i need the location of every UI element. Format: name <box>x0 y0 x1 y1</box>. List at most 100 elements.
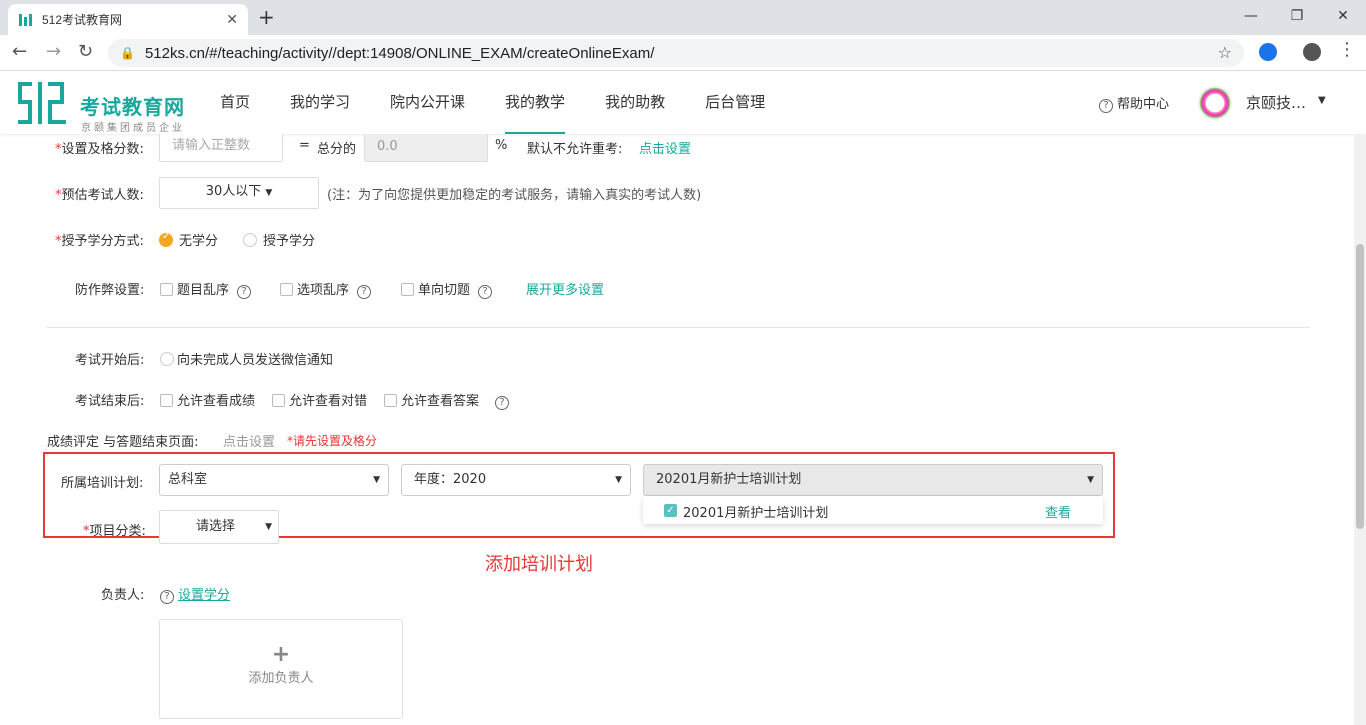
anticheat-label: 防作弊设置: <box>75 283 145 298</box>
shuffle-options-checkbox[interactable]: 选项乱序? <box>280 279 372 299</box>
site-header: 考试教育网 京颐集团成员企业 首页 我的学习 院内公开课 我的教学 我的助教 后… <box>0 72 1366 134</box>
checkbox-icon <box>401 283 414 296</box>
restore-button[interactable]: ❐ <box>1274 0 1320 32</box>
estimate-note: (注：为了向您提供更加稳定的考试服务，请输入真实的考试人数) <box>327 188 702 203</box>
wechat-notify-radio[interactable]: 向未完成人员发送微信通知 <box>160 349 333 368</box>
checkbox-icon <box>280 283 293 296</box>
close-window-button[interactable]: ✕ <box>1320 0 1366 32</box>
add-owner-label: 添加负责人 <box>248 671 314 686</box>
allow-view-score-checkbox[interactable]: 允许查看成绩 <box>160 390 255 409</box>
caret-down-icon: ▼ <box>265 188 273 198</box>
after-start-label: 考试开始后: <box>75 353 145 368</box>
browser-menu-icon[interactable]: ⋮ <box>1338 39 1356 60</box>
help-icon[interactable]: ? <box>478 285 493 299</box>
checkbox-icon <box>384 394 397 407</box>
nav-home[interactable]: 首页 <box>220 72 250 134</box>
credit-label: *授予学分方式: <box>55 234 144 249</box>
plan-dept-select[interactable]: 总科室 ▼ <box>159 464 389 496</box>
annotation-text: 添加培训计划 <box>485 554 593 575</box>
allow-view-answer-checkbox[interactable]: 允许查看答案? <box>384 390 510 410</box>
address-bar-row: ← → ↻ 🔒 512ks.cn/#/teaching/activity//de… <box>0 35 1366 71</box>
grading-warning: *请先设置及格分 <box>287 434 378 448</box>
pass-score-label: *设置及格分数: <box>55 142 144 157</box>
grading-setting-link[interactable]: 点击设置 <box>223 431 275 450</box>
checkbox-icon <box>160 394 173 407</box>
nav-my-learning[interactable]: 我的学习 <box>290 72 350 134</box>
caret-down-icon: ▼ <box>615 475 622 485</box>
total-percent-input[interactable]: 0.0 <box>364 134 488 162</box>
browser-tab-bar: 512考试教育网 ✕ + — ❐ ✕ <box>0 0 1366 35</box>
estimate-select[interactable]: 30人以下 ▼ <box>159 177 319 209</box>
help-center-label: 帮助中心 <box>1117 97 1170 112</box>
total-label: 总分的 <box>317 142 357 157</box>
tab-title: 512考试教育网 <box>42 13 123 27</box>
window-controls: — ❐ ✕ <box>1228 0 1366 32</box>
plan-view-link[interactable]: 查看 <box>1045 502 1071 521</box>
brand-subtitle: 京颐集团成员企业 <box>81 123 185 134</box>
add-owner-button[interactable]: + 添加负责人 <box>159 619 403 719</box>
grant-credit-radio[interactable]: 授予学分 <box>243 230 315 249</box>
nav-public-courses[interactable]: 院内公开课 <box>390 72 465 134</box>
exam-form: *设置及格分数: 请输入正整数 = 总分的 0.0 % 默认不允许重考: 点击设… <box>0 134 1354 725</box>
retake-setting-link[interactable]: 点击设置 <box>639 138 691 157</box>
new-tab-button[interactable]: + <box>258 5 275 29</box>
url-text: 512ks.cn/#/teaching/activity//dept:14908… <box>144 44 655 62</box>
checkbox-icon <box>272 394 285 407</box>
divider <box>46 327 1310 328</box>
extension-icon[interactable] <box>1259 43 1277 61</box>
browser-tab[interactable]: 512考试教育网 ✕ <box>8 4 248 35</box>
help-center-link[interactable]: ? 帮助中心 <box>1099 93 1169 113</box>
logo-mark-icon <box>18 82 66 124</box>
forward-arrow-icon[interactable]: → <box>46 41 61 62</box>
no-credit-radio[interactable]: 无学分 <box>159 230 218 249</box>
nav-my-teaching[interactable]: 我的教学 <box>505 72 566 134</box>
equals-sign: = <box>299 138 310 153</box>
minimize-button[interactable]: — <box>1228 0 1274 32</box>
back-arrow-icon[interactable]: ← <box>12 41 27 62</box>
url-field[interactable]: 🔒 512ks.cn/#/teaching/activity//dept:149… <box>108 39 1244 67</box>
owner-label: 负责人: <box>101 588 145 603</box>
nav-my-assisting[interactable]: 我的助教 <box>605 72 665 134</box>
owner-credit: ? 设置学分 <box>160 584 230 604</box>
user-menu-caret-icon[interactable]: ▼ <box>1318 95 1326 106</box>
help-icon[interactable]: ? <box>237 285 252 299</box>
estimate-label: *预估考试人数: <box>55 188 144 203</box>
allow-view-correct-checkbox[interactable]: 允许查看对错 <box>272 390 367 409</box>
username[interactable]: 京颐技… <box>1246 92 1306 113</box>
after-end-label: 考试结束后: <box>75 394 145 409</box>
set-credit-link[interactable]: 设置学分 <box>178 588 230 603</box>
help-icon[interactable]: ? <box>495 396 510 410</box>
tab-close-icon[interactable]: ✕ <box>226 12 238 28</box>
checkbox-icon <box>160 283 173 296</box>
radio-icon <box>243 233 257 247</box>
brand-name: 考试教育网 <box>80 95 185 119</box>
profile-icon[interactable] <box>1303 43 1321 61</box>
scrollbar-thumb[interactable] <box>1356 244 1364 529</box>
plan-label: 所属培训计划: <box>61 476 144 491</box>
avatar[interactable] <box>1198 86 1232 120</box>
radio-checked-icon <box>159 231 173 247</box>
help-icon: ? <box>1099 99 1113 113</box>
plan-option[interactable]: 20201月新护士培训计划 <box>683 502 828 521</box>
lock-icon: 🔒 <box>120 46 135 60</box>
plan-year-select[interactable]: 年度：2020 ▼ <box>401 464 631 496</box>
nav-admin[interactable]: 后台管理 <box>705 72 765 134</box>
help-icon[interactable]: ? <box>357 285 372 299</box>
category-select[interactable]: 请选择 ▼ <box>159 510 279 544</box>
bookmark-star-icon[interactable]: ☆ <box>1218 43 1232 62</box>
site-logo[interactable]: 考试教育网 京颐集团成员企业 <box>14 76 194 134</box>
plan-name-select[interactable]: 20201月新护士培训计划 ▼ <box>643 464 1103 496</box>
checkbox-checked-icon[interactable]: ✓ <box>664 504 677 517</box>
one-way-checkbox[interactable]: 单向切题? <box>401 279 493 299</box>
site-favicon-icon <box>19 13 32 26</box>
shuffle-questions-checkbox[interactable]: 题目乱序? <box>160 279 252 299</box>
grading-label: 成绩评定 与答题结束页面: <box>47 435 199 450</box>
caret-down-icon: ▼ <box>373 475 380 485</box>
reload-icon[interactable]: ↻ <box>78 41 93 62</box>
percent-sign: % <box>495 138 508 153</box>
more-settings-link[interactable]: 展开更多设置 <box>526 279 604 298</box>
caret-down-icon: ▼ <box>265 522 272 532</box>
pass-score-input[interactable]: 请输入正整数 <box>159 134 283 162</box>
plus-icon: + <box>271 642 291 667</box>
help-icon[interactable]: ? <box>160 590 174 604</box>
